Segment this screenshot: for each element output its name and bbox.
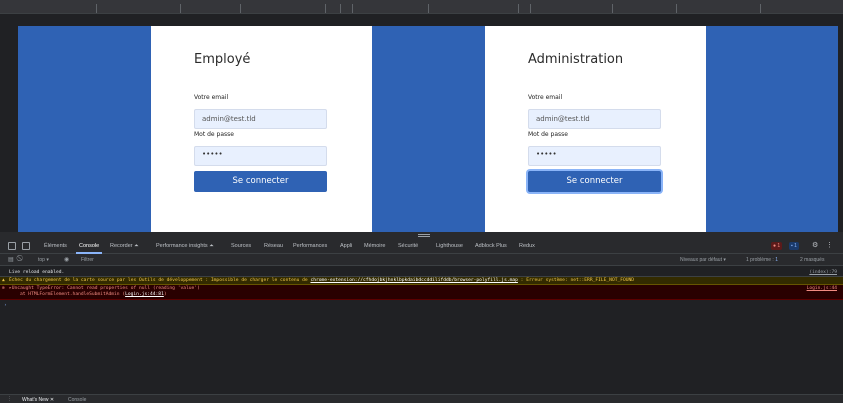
error-stack-prefix: at HTMLFormElement.handleSubmitAdmin ( [20, 292, 126, 297]
drag-handle-icon[interactable] [418, 234, 430, 237]
tab-divider [96, 4, 97, 13]
console-message-info: Live reload enabled. (index):79 [0, 268, 843, 277]
tab-divider [676, 4, 677, 13]
console-output: Live reload enabled. (index):79 ▲ Échec … [0, 266, 843, 394]
inspect-element-icon[interactable] [8, 242, 16, 250]
error-stack-link[interactable]: Login.js:44:81 [125, 292, 164, 297]
warning-prefix: Échec du chargement de la carte source p… [9, 278, 311, 283]
prompt-chevron: › [4, 303, 7, 308]
filter-input[interactable]: Filtrer [81, 257, 94, 263]
error-count-badge[interactable]: ● 1 [771, 242, 783, 250]
browser-tab-strip [0, 0, 843, 14]
sidebar-toggle-icon[interactable]: ▤ [8, 256, 14, 263]
admin-email-input[interactable]: admin@test.tld [528, 109, 661, 129]
tab-divider [325, 4, 326, 13]
tab-application[interactable]: Appli [340, 243, 352, 249]
drawer-tab-console[interactable]: Console [68, 397, 86, 403]
error-icon: ⊗ [2, 286, 5, 291]
error-line-2: at HTMLFormElement.handleSubmitAdmin (Lo… [20, 292, 167, 297]
tab-sources[interactable]: Sources [231, 243, 251, 249]
tab-elements[interactable]: Éléments [44, 243, 67, 249]
error-stack-suffix: ) [163, 292, 167, 297]
employee-title: Employé [194, 52, 251, 67]
issues-label: 1 problème : [746, 257, 774, 263]
employee-password-label: Mot de passe [194, 131, 234, 138]
tab-network[interactable]: Réseau [264, 243, 283, 249]
warning-icon: ▲ [2, 278, 5, 283]
error-source-link[interactable]: Login.js:44 [807, 286, 837, 291]
tab-divider [530, 4, 531, 13]
info-text: Live reload enabled. [9, 270, 65, 275]
context-selector[interactable]: top ▾ [38, 257, 49, 263]
employee-email-input[interactable]: admin@test.tld [194, 109, 327, 129]
drawer-tab-whats-new[interactable]: What's New ✕ [22, 397, 54, 403]
error-line-1[interactable]: ▸Uncaught TypeError: Cannot read propert… [9, 286, 200, 291]
tab-divider [240, 4, 241, 13]
settings-gear-icon[interactable]: ⚙ [812, 241, 818, 249]
employee-email-label: Votre email [194, 94, 229, 101]
admin-login-button[interactable]: Se connecter [528, 171, 661, 192]
console-toolbar: ▤ ⃠ top ▾ ◉ Filtrer Niveaux par défaut ▾… [0, 254, 843, 266]
log-levels-dropdown[interactable]: Niveaux par défaut ▾ [680, 257, 726, 263]
tab-security[interactable]: Sécurité [398, 243, 418, 249]
tab-console[interactable]: Console [75, 243, 103, 254]
hidden-count: 2 masqués [800, 257, 825, 263]
tab-divider [340, 4, 341, 13]
warning-link[interactable]: chrome-extension://cfhdojbkjhnklbpkdaibd… [310, 278, 517, 283]
tab-divider [760, 4, 761, 13]
admin-title: Administration [528, 52, 624, 67]
tab-divider [612, 4, 613, 13]
drawer-menu-icon[interactable]: ⋮ [7, 396, 12, 402]
issues-count: 1 [775, 257, 778, 263]
console-message-warning: ▲ Échec du chargement de la carte source… [0, 277, 843, 285]
tab-memory[interactable]: Mémoire [364, 243, 385, 249]
tab-divider [180, 4, 181, 13]
devtools-drawer-tabs: ⋮ What's New ✕ Console [0, 394, 843, 403]
tab-lighthouse[interactable]: Lighthouse [436, 243, 463, 249]
employee-password-input[interactable]: ••••• [194, 146, 327, 166]
more-options-icon[interactable]: ⋮ [826, 241, 833, 249]
console-message-error: ⊗ ▸Uncaught TypeError: Cannot read prope… [0, 285, 843, 300]
live-expression-eye-icon[interactable]: ◉ [64, 256, 69, 263]
message-count: 1 [794, 243, 797, 249]
devtools-tab-bar: Éléments Console Recorder ⏶ Performance … [0, 239, 843, 254]
warning-suffix: : Erreur système: net::ERR_FILE_NOT_FOUN… [517, 278, 635, 283]
tab-performance-insights[interactable]: Performance insights ⏶ [156, 243, 214, 250]
error-count: 1 [777, 243, 781, 249]
admin-password-label: Mot de passe [528, 131, 568, 138]
device-toolbar-icon[interactable] [22, 242, 30, 250]
info-source-link[interactable]: (index):79 [809, 270, 837, 275]
devtools-resize-bar[interactable] [0, 232, 843, 239]
tab-divider [428, 4, 429, 13]
employee-login-button[interactable]: Se connecter [194, 171, 327, 192]
issues-link[interactable]: 1 problème : 1 [746, 257, 778, 263]
tab-redux[interactable]: Redux [519, 243, 535, 249]
admin-login-panel: Administration Votre email admin@test.tl… [485, 26, 706, 232]
admin-password-input[interactable]: ••••• [528, 146, 661, 166]
tab-performance[interactable]: Performances [293, 243, 327, 249]
tab-adblock-plus[interactable]: Adblock Plus [475, 243, 507, 249]
tab-recorder[interactable]: Recorder ⏶ [110, 243, 139, 250]
console-prompt[interactable]: › [0, 303, 843, 311]
tab-divider [352, 4, 353, 13]
employee-login-panel: Employé Votre email admin@test.tld Mot d… [151, 26, 372, 232]
message-count-badge[interactable]: ▪ 1 [789, 242, 799, 250]
tab-divider [518, 4, 519, 13]
page-viewport: Employé Votre email admin@test.tld Mot d… [18, 26, 838, 232]
admin-email-label: Votre email [528, 94, 563, 101]
warning-text: Échec du chargement de la carte source p… [9, 278, 634, 283]
